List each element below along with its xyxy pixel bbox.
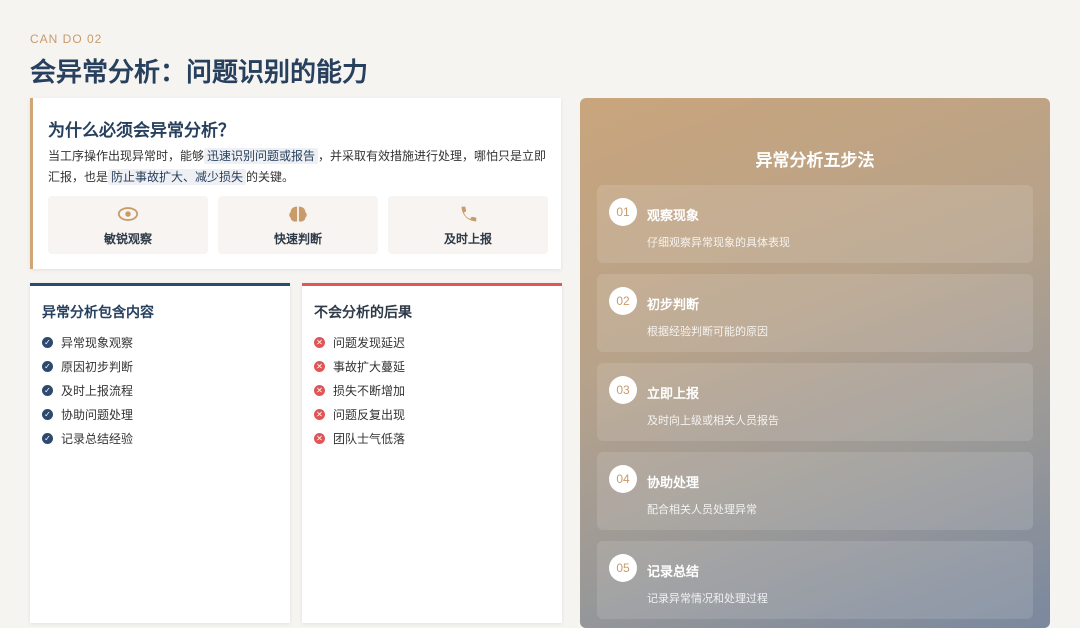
item-label: 记录总结经验 [61, 431, 134, 446]
x-circle-icon: ✕ [314, 360, 325, 372]
five-step-panel: 异常分析五步法 01 观察现象 仔细观察异常现象的具体表现 02 初步判断 根据… [580, 98, 1050, 628]
pill-report: 及时上报 [388, 196, 548, 254]
step-desc: 根据经验判断可能的原因 [647, 325, 768, 338]
brain-icon [289, 206, 307, 222]
why-text-3: 的关键。 [246, 170, 295, 184]
step-title: 观察现象 [647, 209, 700, 224]
list-item: ✓ 异常现象观察 [42, 330, 133, 354]
highlight-2: 防止事故扩大、减少损失 [108, 169, 247, 185]
step-card: 01 观察现象 仔细观察异常现象的具体表现 [597, 185, 1033, 263]
pill-observe: 敏锐观察 [48, 196, 208, 254]
consequences-card: 不会分析的后果 ✕ 问题发现延迟 ✕ 事故扩大蔓延 ✕ 损失不断增加 ✕ 问题反复出现 … [302, 283, 562, 623]
section-kicker: CAN DO 02 [30, 32, 103, 46]
why-heading: 为什么必须会异常分析？ [48, 121, 235, 141]
step-number: 02 [609, 287, 637, 315]
step-title: 记录总结 [647, 565, 700, 580]
step-card: 03 立即上报 及时向上级或相关人员报告 [597, 363, 1033, 441]
check-icon: ✓ [42, 336, 53, 348]
item-label: 损失不断增加 [333, 383, 406, 398]
list-item: ✓ 及时上报流程 [42, 378, 133, 402]
step-number: 01 [609, 198, 637, 226]
pill-label: 快速判断 [273, 232, 322, 246]
step-desc: 及时向上级或相关人员报告 [647, 414, 779, 427]
pill-label: 及时上报 [443, 232, 492, 246]
list-item: ✕ 问题反复出现 [314, 402, 405, 426]
item-label: 异常现象观察 [61, 335, 134, 350]
item-label: 问题发现延迟 [333, 335, 406, 350]
contents-heading: 异常分析包含内容 [42, 305, 154, 321]
contents-list: ✓ 异常现象观察 ✓ 原因初步判断 ✓ 及时上报流程 ✓ 协助问题处理 ✓ 记录总结经验 [42, 330, 133, 450]
consequences-list: ✕ 问题发现延迟 ✕ 事故扩大蔓延 ✕ 损失不断增加 ✕ 问题反复出现 ✕ 团队士气低落 [314, 330, 405, 450]
pill-judge: 快速判断 [218, 196, 378, 254]
step-desc: 仔细观察异常现象的具体表现 [647, 236, 790, 249]
step-title: 初步判断 [647, 298, 700, 313]
phone-icon [461, 206, 477, 222]
step-title: 协助处理 [647, 476, 700, 491]
item-label: 协助问题处理 [61, 407, 134, 422]
consequences-heading: 不会分析的后果 [314, 305, 412, 321]
item-label: 团队士气低落 [333, 431, 406, 446]
step-desc: 记录异常情况和处理过程 [647, 592, 768, 605]
x-circle-icon: ✕ [314, 336, 325, 348]
why-card: 为什么必须会异常分析？ 当工序操作出现异常时，能够 迅速识别问题或报告 ，并采取有效… [30, 98, 561, 269]
page-title: 会异常分析：问题识别的能力 [30, 58, 369, 88]
five-step-heading: 异常分析五步法 [755, 151, 875, 171]
list-item: ✕ 事故扩大蔓延 [314, 354, 405, 378]
step-desc: 配合相关人员处理异常 [647, 503, 757, 516]
item-label: 问题反复出现 [333, 407, 406, 422]
step-card: 02 初步判断 根据经验判断可能的原因 [597, 274, 1033, 352]
x-circle-icon: ✕ [314, 432, 325, 444]
eye-icon [117, 207, 139, 221]
step-title: 立即上报 [647, 387, 700, 402]
why-paragraph: 当工序操作出现异常时，能够 迅速识别问题或报告 ，并采取有效措施进行处理，哪怕只是立… [48, 146, 553, 188]
item-label: 原因初步判断 [61, 359, 134, 374]
contents-card: 异常分析包含内容 ✓ 异常现象观察 ✓ 原因初步判断 ✓ 及时上报流程 ✓ 协助问题处理… [30, 283, 290, 623]
step-number: 05 [609, 554, 637, 582]
x-circle-icon: ✕ [314, 408, 325, 420]
item-label: 事故扩大蔓延 [333, 359, 406, 374]
step-number: 03 [609, 376, 637, 404]
pill-label: 敏锐观察 [103, 232, 152, 246]
step-number: 04 [609, 465, 637, 493]
step-card: 04 协助处理 配合相关人员处理异常 [597, 452, 1033, 530]
check-icon: ✓ [42, 384, 53, 396]
check-icon: ✓ [42, 360, 53, 372]
x-circle-icon: ✕ [314, 384, 325, 396]
list-item: ✓ 记录总结经验 [42, 426, 133, 450]
list-item: ✓ 协助问题处理 [42, 402, 133, 426]
check-icon: ✓ [42, 408, 53, 420]
item-label: 及时上报流程 [61, 383, 134, 398]
list-item: ✓ 原因初步判断 [42, 354, 133, 378]
list-item: ✕ 问题发现延迟 [314, 330, 405, 354]
step-card: 05 记录总结 记录异常情况和处理过程 [597, 541, 1033, 619]
why-text-1: 当工序操作出现异常时，能够 [48, 149, 205, 163]
list-item: ✕ 损失不断增加 [314, 378, 405, 402]
check-icon: ✓ [42, 432, 53, 444]
highlight-1: 迅速识别问题或报告 [204, 148, 319, 164]
list-item: ✕ 团队士气低落 [314, 426, 405, 450]
